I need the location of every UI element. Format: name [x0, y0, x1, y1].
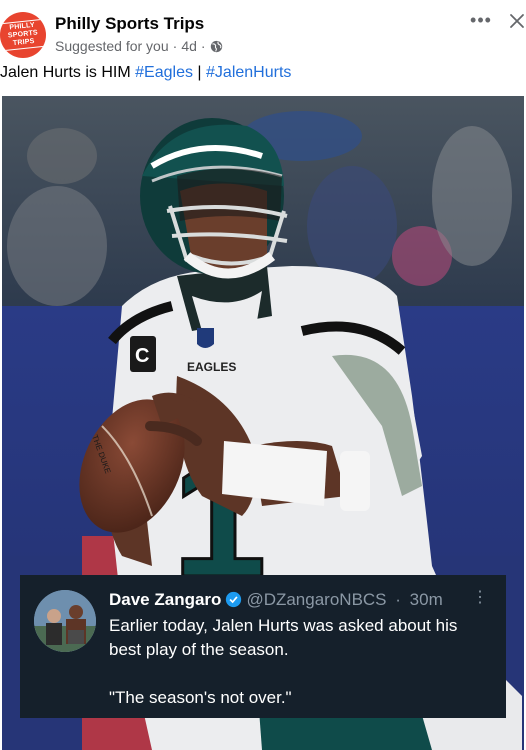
post-meta: Suggested for you · 4d · [55, 38, 223, 54]
hashtag-eagles[interactable]: #Eagles [135, 64, 193, 81]
tweet-line-1: Earlier today, Jalen Hurts was asked abo… [109, 616, 458, 659]
caption-text: Jalen Hurts is HIM [0, 64, 136, 81]
verified-badge-icon [226, 591, 242, 608]
tweet-body: Earlier today, Jalen Hurts was asked abo… [109, 614, 494, 710]
post-header: PHILLY SPORTS TRIPS Philly Sports Trips … [0, 0, 526, 62]
tweet-quote: "The season's not over." [109, 688, 292, 707]
page-avatar[interactable]: PHILLY SPORTS TRIPS [0, 12, 46, 58]
post-caption: Jalen Hurts is HIM #Eagles | #JalenHurts [0, 64, 291, 82]
caption-separator: | [192, 64, 207, 81]
close-icon[interactable] [508, 12, 526, 30]
tweet-author-handle: @DZangaroNBCS [246, 590, 387, 609]
meta-separator-2: · [200, 38, 206, 54]
embedded-tweet: Dave Zangaro @DZangaroNBCS · 30m ⋮ Earli… [20, 575, 506, 718]
meta-separator: · [172, 38, 178, 54]
post-time[interactable]: 4d [181, 38, 197, 54]
tweet-header: Dave Zangaro @DZangaroNBCS · 30m [109, 590, 443, 610]
tweet-author-avatar [34, 590, 96, 652]
globe-icon[interactable] [210, 40, 223, 53]
page-name-link[interactable]: Philly Sports Trips [55, 14, 204, 34]
tweet-separator: · [395, 590, 401, 609]
hashtag-jalenhurts[interactable]: #JalenHurts [206, 64, 291, 81]
more-horizontal-icon[interactable]: ••• [469, 10, 493, 30]
tweet-author-name: Dave Zangaro [109, 590, 222, 609]
suggested-label: Suggested for you [55, 38, 169, 54]
jersey-text: EAGLES [187, 360, 236, 374]
tweet-time: 30m [409, 590, 443, 609]
tweet-more-icon: ⋮ [472, 589, 488, 606]
captain-patch: C [135, 345, 149, 367]
avatar-logo-text: PHILLY SPORTS TRIPS [0, 18, 46, 52]
